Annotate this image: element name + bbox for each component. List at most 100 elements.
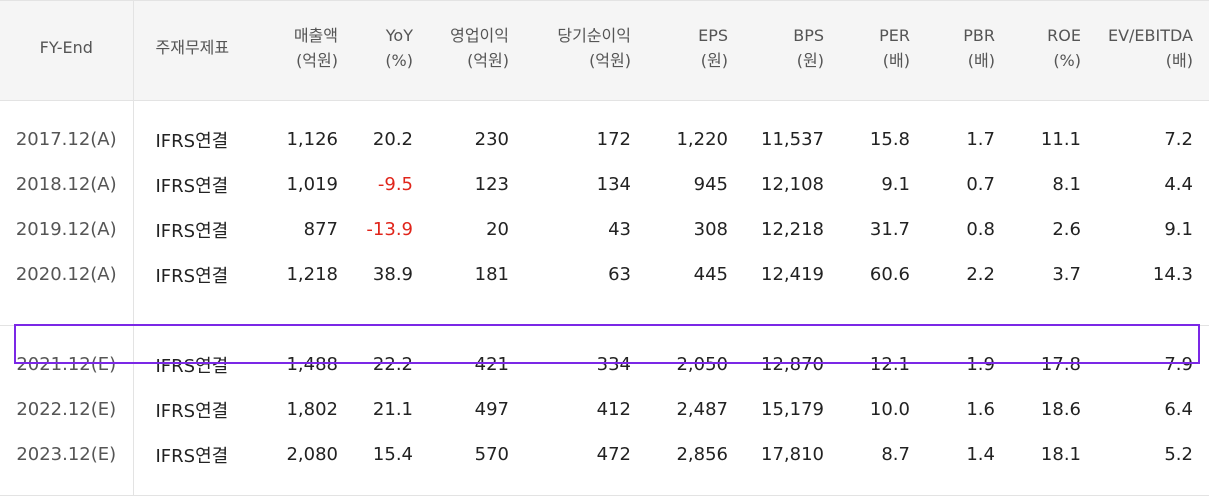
- header-roe: ROE (%): [1007, 0, 1093, 101]
- cell-fy-end: 2017.12(A): [0, 117, 134, 162]
- table-end-row-cell: [250, 477, 350, 496]
- header-net-income: 당기순이익 (억원): [521, 0, 643, 101]
- cell-roe: 8.1: [1052, 174, 1081, 195]
- header-fy-end: FY-End: [0, 0, 134, 101]
- cell-per: 9.1: [881, 174, 910, 195]
- top-spacer-row-cell: [922, 101, 1007, 118]
- cell-fy-end: 2020.12(A): [0, 252, 134, 297]
- cell-main-statement: IFRS연결: [155, 400, 229, 422]
- cell-eps: 945: [693, 174, 728, 195]
- cell-net-income: 63: [608, 264, 631, 285]
- cell-operating-income: 20: [486, 219, 509, 240]
- cell-per: 8.7: [881, 444, 910, 465]
- cell-ev-ebitda: 7.9: [1164, 354, 1193, 375]
- cell-bps: 11,537: [761, 129, 824, 150]
- top-spacer-row-cell: [425, 101, 521, 118]
- header-yoy: YoY (%): [350, 0, 425, 101]
- cell-yoy: 20.2: [372, 129, 413, 150]
- financial-summary-table-container: FY-End 주재무제표 매출액 (억원) YoY (%) 영업이익 (억원) 당기순…: [0, 0, 1209, 496]
- cell-fy-end: 2018.12(A): [0, 162, 134, 207]
- cell-operating-income: 230: [474, 129, 509, 150]
- cell-yoy: 22.2: [372, 354, 413, 375]
- section-separator-row-cell: [521, 297, 643, 326]
- table-end-row-cell: [0, 477, 134, 496]
- cell-pbr: 0.8: [966, 219, 995, 240]
- section-gap-row-cell: [922, 326, 1007, 343]
- section-gap-row-cell: [350, 326, 425, 343]
- section-gap-row-cell: [250, 326, 350, 343]
- cell-yoy: -13.9: [366, 219, 413, 240]
- table-end-row-cell: [133, 477, 250, 496]
- cell-revenue: 1,019: [286, 174, 338, 195]
- table-end-row-cell: [425, 477, 521, 496]
- top-spacer-row-cell: [133, 101, 250, 118]
- cell-per: 12.1: [869, 354, 910, 375]
- cell-revenue: 1,488: [286, 354, 338, 375]
- cell-roe: 11.1: [1040, 129, 1081, 150]
- section-gap-row: [0, 325, 1209, 343]
- cell-yoy: 15.4: [372, 444, 413, 465]
- header-main-statement: 주재무제표: [133, 0, 250, 101]
- cell-ev-ebitda: 5.2: [1164, 444, 1193, 465]
- table-row: 2022.12(E) IFRS연결 1,802 21.1 497 412 2,487 15,1…: [0, 387, 1209, 432]
- section-gap-row-cell: [521, 326, 643, 343]
- cell-main-statement: IFRS연결: [155, 445, 229, 467]
- cell-ev-ebitda: 4.4: [1164, 174, 1193, 195]
- cell-yoy: 21.1: [372, 399, 413, 420]
- section-separator-row-cell: [836, 297, 922, 326]
- cell-bps: 12,419: [761, 264, 824, 285]
- section-gap-row-cell: [1007, 326, 1093, 343]
- table-end-row-cell: [922, 477, 1007, 496]
- cell-roe: 2.6: [1052, 219, 1081, 240]
- cell-per: 10.0: [869, 399, 910, 420]
- top-spacer-row-cell: [643, 101, 740, 118]
- section-separator-row-cell: [425, 297, 521, 326]
- cell-bps: 12,870: [761, 354, 824, 375]
- table-end-row-cell: [740, 477, 836, 496]
- cell-net-income: 134: [596, 174, 631, 195]
- table-row: 2018.12(A) IFRS연결 1,019 -9.5 123 134 945 12,108…: [0, 162, 1209, 207]
- header-operating-income: 영업이익 (억원): [425, 0, 521, 101]
- section-separator-row-cell: [740, 297, 836, 326]
- table-end-row: [0, 477, 1209, 496]
- cell-main-statement: IFRS연결: [155, 130, 229, 152]
- section-separator-row-cell: [643, 297, 740, 326]
- cell-revenue: 1,126: [286, 129, 338, 150]
- cell-net-income: 172: [596, 129, 631, 150]
- cell-ev-ebitda: 9.1: [1164, 219, 1193, 240]
- cell-roe: 18.1: [1040, 444, 1081, 465]
- cell-roe: 3.7: [1052, 264, 1081, 285]
- cell-roe: 18.6: [1040, 399, 1081, 420]
- section-gap-row-cell: [643, 326, 740, 343]
- table-row: 2017.12(A) IFRS연결 1,126 20.2 230 172 1,220 11,5…: [0, 117, 1209, 162]
- cell-fy-end: 2022.12(E): [0, 387, 134, 432]
- section-separator-row-cell: [0, 297, 134, 326]
- cell-revenue: 1,802: [286, 399, 338, 420]
- cell-bps: 12,218: [761, 219, 824, 240]
- header-ev-ebitda: EV/EBITDA (배): [1093, 0, 1209, 101]
- cell-main-statement: IFRS연결: [155, 220, 229, 242]
- cell-net-income: 334: [596, 354, 631, 375]
- cell-roe: 17.8: [1040, 354, 1081, 375]
- top-spacer-row-cell: [740, 101, 836, 118]
- table-header-row: FY-End 주재무제표 매출액 (억원) YoY (%) 영업이익 (억원) 당기순…: [0, 0, 1209, 101]
- header-per: PER (배): [836, 0, 922, 101]
- section-gap-row-cell: [740, 326, 836, 343]
- table-end-row-cell: [1093, 477, 1209, 496]
- cell-per: 31.7: [869, 219, 910, 240]
- section-separator-row-cell: [250, 297, 350, 326]
- top-spacer-row: [0, 100, 1209, 118]
- section-separator-row-cell: [350, 297, 425, 326]
- table-row: 2021.12(E) IFRS연결 1,488 22.2 421 334 2,050 12,8…: [0, 342, 1209, 387]
- cell-eps: 2,856: [676, 444, 728, 465]
- section-gap-row-cell: [133, 326, 250, 343]
- section-separator-row-cell: [1093, 297, 1209, 326]
- header-bps: BPS (원): [740, 0, 836, 101]
- top-spacer-row-cell: [350, 101, 425, 118]
- cell-main-statement: IFRS연결: [155, 355, 229, 377]
- top-spacer-row-cell: [521, 101, 643, 118]
- cell-net-income: 412: [596, 399, 631, 420]
- cell-bps: 17,810: [761, 444, 824, 465]
- cell-operating-income: 421: [474, 354, 509, 375]
- cell-eps: 2,050: [676, 354, 728, 375]
